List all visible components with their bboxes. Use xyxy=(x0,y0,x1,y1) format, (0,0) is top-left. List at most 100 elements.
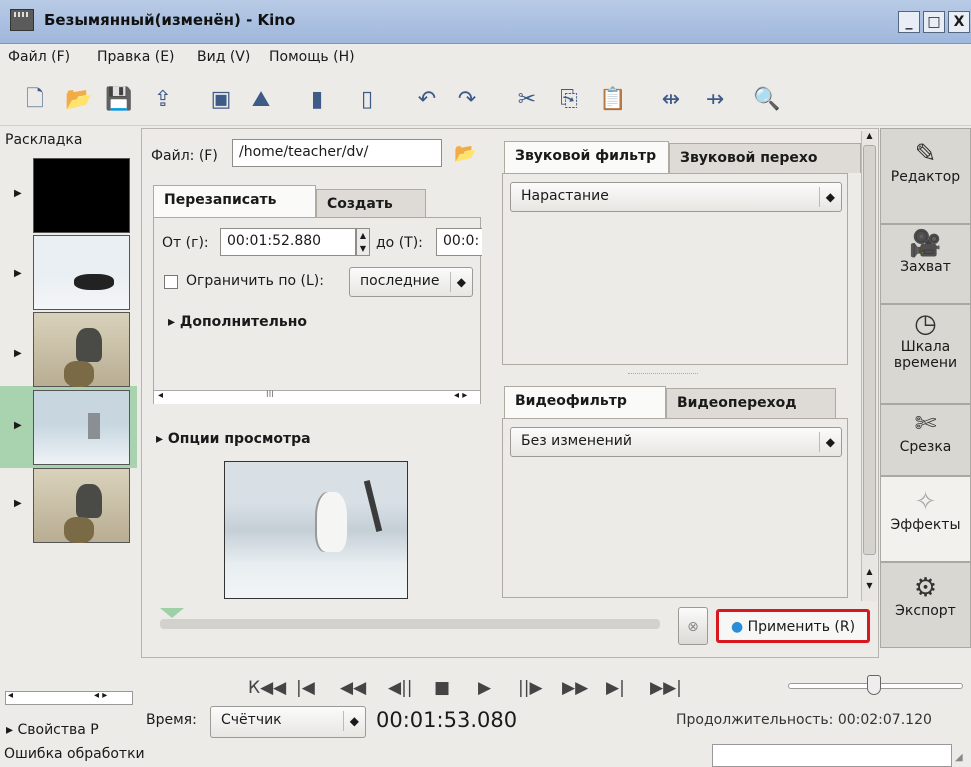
scroll-down-icon[interactable]: ▼ xyxy=(863,581,876,593)
cut-icon[interactable]: ✂ xyxy=(512,86,542,114)
sidebar-label-capture: Захват xyxy=(900,259,951,275)
expand-icon[interactable]: ▶ xyxy=(14,420,22,431)
sidebar-label-trim: Срезка xyxy=(899,439,952,455)
tab-audio-filter[interactable]: Звуковой фильтр xyxy=(504,141,669,173)
previous-frame-button[interactable]: ◀|| xyxy=(388,678,413,698)
menu-edit[interactable]: Правка (E) xyxy=(97,49,175,65)
stop-button[interactable]: ⊗ xyxy=(678,607,708,645)
pane-grip[interactable] xyxy=(628,373,698,375)
apply-button[interactable]: ● Применить (R) xyxy=(716,609,870,643)
expand-icon[interactable]: ▶ xyxy=(14,268,22,279)
sidebar-label-timeline-1: Шкала xyxy=(900,339,951,355)
close-button[interactable]: X xyxy=(948,11,970,33)
resize-grip-icon[interactable]: ◢ xyxy=(955,752,963,763)
storyboard-panel: Раскладка ▶ ▶ ▶ ▶ ▶ ◂ ◂ ▸ xyxy=(0,128,137,705)
previous-scene-button[interactable]: |◀ xyxy=(296,678,315,698)
sidebar-item-editor[interactable]: ✎ Редактор xyxy=(880,128,971,224)
expand-icon[interactable]: ▶ xyxy=(14,498,22,509)
preview-options-expander[interactable]: ▸ Опции просмотра xyxy=(156,431,311,447)
stop-playback-button[interactable]: ■ xyxy=(434,678,450,698)
image-icon[interactable]: ⛰ xyxy=(246,86,276,114)
sidebar-item-capture[interactable]: 🎥 Захват xyxy=(880,224,971,304)
sidebar-item-effects[interactable]: ✧ Эффекты xyxy=(880,476,971,562)
app-film-icon xyxy=(10,9,34,31)
export-panel: Файл: (F) /home/teacher/dv/ 📂 Перезаписа… xyxy=(141,128,879,658)
audio-filter-select[interactable]: Нарастание ◆ xyxy=(510,182,842,212)
rewind-button[interactable]: ◀◀ xyxy=(340,678,366,698)
undo-icon[interactable]: ↶ xyxy=(412,86,442,114)
join-icon[interactable]: ⇸ xyxy=(700,86,730,114)
from-time-input[interactable]: 00:01:52.880 xyxy=(220,228,356,256)
title-bar[interactable]: Безымянный(изменён) - Kino _ □ X xyxy=(0,0,971,44)
next-frame-button[interactable]: ||▶ xyxy=(518,678,543,698)
window-title: Безымянный(изменён) - Kino xyxy=(44,11,296,29)
sparkles-icon: ✧ xyxy=(914,487,937,517)
menu-file[interactable]: Файл (F) xyxy=(8,49,70,65)
clip-thumbnail[interactable] xyxy=(33,390,130,465)
from-spin-button[interactable]: ▲ ▼ xyxy=(356,228,370,256)
scroll-up-icon[interactable]: ▲ xyxy=(863,131,876,143)
status-message: Ошибка обработки xyxy=(4,746,145,762)
folder-open-icon[interactable]: 📂 xyxy=(454,143,476,164)
tab-audio-transition[interactable]: Звуковой перехо xyxy=(669,143,861,173)
copy-icon[interactable]: ⎘ xyxy=(554,86,584,114)
paste-icon[interactable]: 📋 xyxy=(598,86,628,114)
storyboard-scrollbar[interactable]: ◂ ◂ ▸ xyxy=(5,690,133,705)
split-icon[interactable]: ⇹ xyxy=(656,86,686,114)
file-path-input[interactable]: /home/teacher/dv/ xyxy=(232,139,442,167)
apply-button-label: Применить (R) xyxy=(747,619,856,635)
clip-thumbnail[interactable] xyxy=(33,468,130,543)
open-icon[interactable]: 📂 xyxy=(64,86,94,114)
video-filter-select[interactable]: Без изменений ◆ xyxy=(510,427,842,457)
expand-icon[interactable]: ▶ xyxy=(14,348,22,359)
sidebar-label-effects: Эффекты xyxy=(890,517,961,533)
advanced-label: Дополнительно xyxy=(179,314,308,330)
properties-expander[interactable]: ▸ Свойства P xyxy=(6,722,99,738)
next-scene-button[interactable]: ▶| xyxy=(606,678,625,698)
preview-options-label: Опции просмотра xyxy=(167,431,311,447)
tab-video-transition[interactable]: Видеопереход xyxy=(666,388,836,418)
clip-thumbnail[interactable] xyxy=(33,158,130,233)
fast-forward-button[interactable]: ▶▶ xyxy=(562,678,588,698)
advanced-expander[interactable]: ▸ Дополнительно xyxy=(168,314,307,330)
save-icon[interactable]: 💾 xyxy=(104,86,134,114)
play-button[interactable]: ▶ xyxy=(478,678,491,698)
maximize-button[interactable]: □ xyxy=(923,11,945,33)
to-time-input[interactable]: 00:0: xyxy=(436,228,482,256)
options-scrollbar[interactable]: ◂ III ◂ ▸ xyxy=(154,390,480,404)
film-icon[interactable]: ▮ xyxy=(302,86,332,114)
limit-checkbox[interactable] xyxy=(164,275,178,289)
minimize-button[interactable]: _ xyxy=(898,11,920,33)
camera-icon: 🎥 xyxy=(909,229,942,259)
mode-sidebar: ✎ Редактор 🎥 Захват ◷ Шкала времени ✄ Ср… xyxy=(880,128,971,668)
sidebar-item-timeline[interactable]: ◷ Шкала времени xyxy=(880,304,971,404)
menu-help[interactable]: Помощь (H) xyxy=(269,49,355,65)
new-icon[interactable]: 🗋 xyxy=(20,86,50,114)
slider-handle[interactable] xyxy=(867,675,881,695)
go-to-end-button[interactable]: ▶▶| xyxy=(650,678,682,698)
tab-create[interactable]: Создать xyxy=(316,189,426,219)
tab-overwrite[interactable]: Перезаписать xyxy=(153,185,316,217)
expand-icon[interactable]: ▶ xyxy=(14,188,22,199)
panel-scrollbar[interactable]: ▲ ▲ ▼ xyxy=(861,131,877,601)
go-to-start-button[interactable]: К◀◀ xyxy=(248,678,286,698)
zoom-icon[interactable]: 🔍 xyxy=(752,86,782,114)
capture-icon[interactable]: ▣ xyxy=(206,86,236,114)
audio-filter-value: Нарастание xyxy=(521,188,609,204)
clock-icon: ◷ xyxy=(914,309,937,339)
scrollbar-thumb[interactable] xyxy=(863,145,876,555)
film-add-icon[interactable]: ▯ xyxy=(352,86,382,114)
clip-thumbnail[interactable] xyxy=(33,235,130,310)
clip-thumbnail[interactable] xyxy=(33,312,130,387)
redo-icon[interactable]: ↷ xyxy=(452,86,482,114)
limit-select[interactable]: последние ◆ xyxy=(349,267,473,297)
video-filter-content: Без изменений ◆ xyxy=(502,418,848,598)
sidebar-item-export[interactable]: ⚙ Экспорт xyxy=(880,562,971,648)
time-format-select[interactable]: Счётчик ◆ xyxy=(210,706,366,738)
tab-video-filter[interactable]: Видеофильтр xyxy=(504,386,666,418)
export-icon[interactable]: ⇪ xyxy=(148,86,178,114)
select-arrow-icon: ◆ xyxy=(342,711,359,731)
sidebar-item-trim[interactable]: ✄ Срезка xyxy=(880,404,971,476)
scroll-up-icon[interactable]: ▲ xyxy=(863,567,876,579)
menu-view[interactable]: Вид (V) xyxy=(197,49,250,65)
